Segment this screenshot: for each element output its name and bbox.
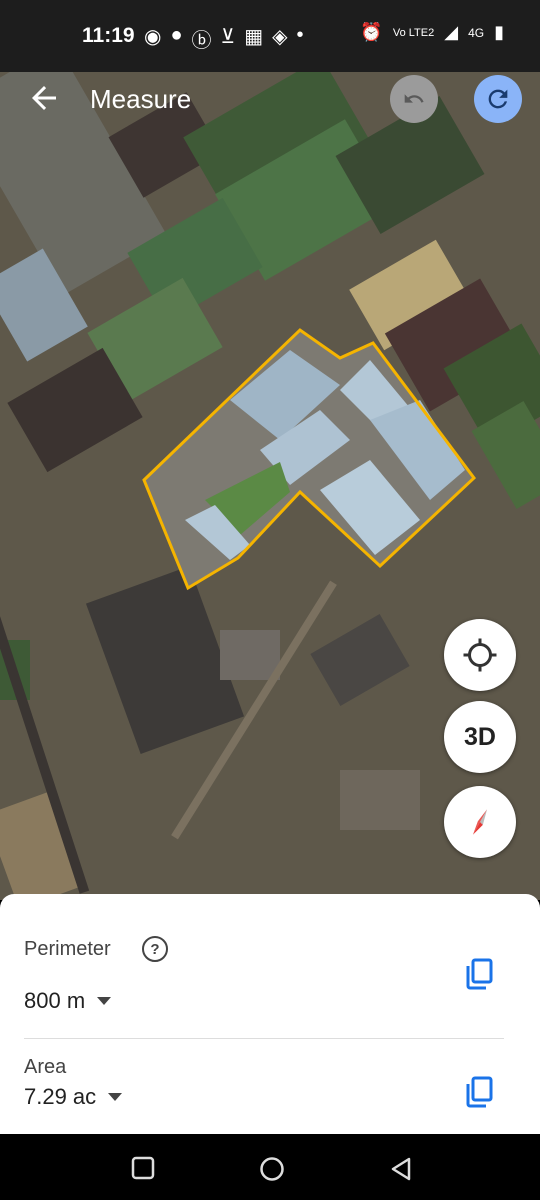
business-chat-icon: ⓑ [191, 30, 212, 52]
battery-icon: ▮ [494, 22, 504, 42]
volte-badge: Vo LTE2 [392, 26, 435, 39]
area-unit-dropdown[interactable]: 7.29 ac [24, 1084, 123, 1110]
network-badge: 4G [468, 25, 485, 40]
copy-area-button[interactable] [464, 1076, 494, 1110]
status-indicators: ⏰ Vo LTE2 ◢ 4G ▮ [360, 22, 504, 43]
status-time: 11:19 [82, 24, 135, 47]
nav-back-button[interactable] [389, 1156, 413, 1187]
cart-icon: ⊻ [220, 26, 236, 48]
help-icon[interactable]: ? [142, 936, 168, 962]
undo-icon [404, 94, 424, 103]
app-icon: ◈ [272, 26, 288, 48]
home-circle-icon [260, 1157, 284, 1181]
divider [24, 1038, 504, 1039]
three-d-button[interactable]: 3D [444, 701, 516, 773]
chat-icon: ● [170, 24, 183, 46]
recents-square-icon [131, 1156, 155, 1180]
dot-icon: • [296, 24, 304, 46]
dropdown-caret-icon [108, 1093, 123, 1101]
calculator-icon: ▦ [244, 26, 264, 48]
my-location-icon [463, 638, 497, 672]
copy-icon [466, 958, 493, 990]
recents-button[interactable] [131, 1156, 155, 1185]
three-d-label: 3D [464, 722, 496, 751]
redo-icon [488, 89, 508, 109]
copy-perimeter-button[interactable] [464, 958, 494, 992]
undo-button[interactable] [390, 75, 438, 123]
compass-icon [472, 809, 488, 835]
status-bar: 11:19 ◉ ● ⓑ ⊻ ▦ ◈ • ⏰ Vo LTE2 ◢ 4G ▮ [0, 0, 540, 72]
home-button[interactable] [259, 1156, 285, 1187]
system-nav-bar [0, 1134, 540, 1200]
area-label: Area [24, 1056, 67, 1078]
copy-icon [466, 1076, 493, 1108]
notification-icons: ◉ ● ⓑ ⊻ ▦ ◈ • [144, 24, 304, 53]
dropdown-caret-icon [97, 997, 112, 1005]
perimeter-label: Perimeter [24, 938, 111, 960]
redo-button[interactable] [474, 75, 522, 123]
area-value: 7.29 ac [24, 1084, 97, 1109]
top-bar: Measure [0, 72, 540, 128]
my-location-button[interactable] [444, 619, 516, 691]
back-arrow-icon[interactable] [26, 80, 62, 116]
perimeter-value: 800 m [24, 988, 86, 1013]
signal-icon: ◢ [444, 22, 459, 42]
back-triangle-icon [391, 1157, 411, 1181]
page-title: Measure [90, 84, 192, 114]
compass-button[interactable] [444, 786, 516, 858]
measure-bottom-sheet: Perimeter ? 800 m Area 7.29 ac [0, 894, 540, 1134]
whatsapp-icon: ◉ [144, 26, 162, 48]
perimeter-unit-dropdown[interactable]: 800 m [24, 988, 112, 1014]
alarm-icon: ⏰ [360, 22, 383, 42]
